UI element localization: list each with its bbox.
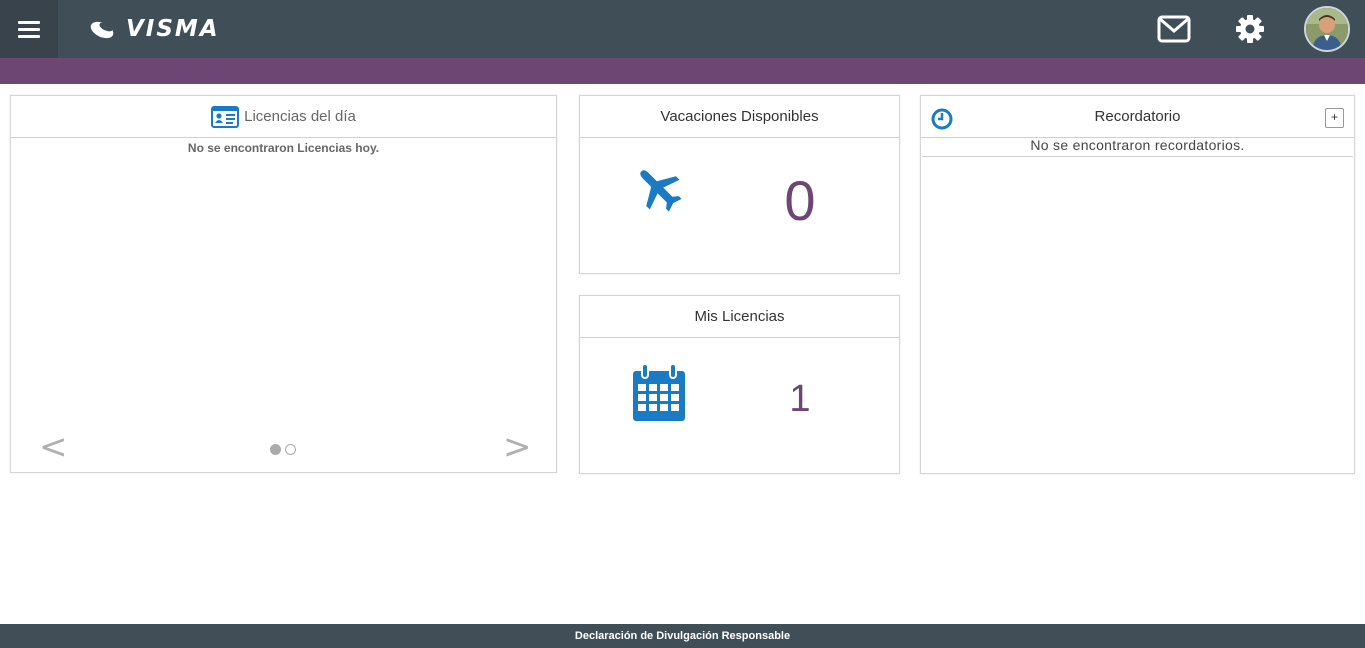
responsible-disclosure-link[interactable]: Declaración de Divulgación Responsable xyxy=(575,630,790,642)
airplane-icon xyxy=(632,162,686,221)
carousel-dot[interactable] xyxy=(285,444,296,455)
panel-header: Mis Licencias xyxy=(580,296,899,338)
id-card-icon xyxy=(211,105,240,128)
calendar-icon xyxy=(632,363,686,427)
recordatorio-panel: Recordatorio + No se encontraron recorda… xyxy=(920,95,1355,474)
carousel-prev-button[interactable]: < xyxy=(39,430,68,464)
panel-title: Licencias del día xyxy=(244,108,356,125)
licencias-count-value: 1 xyxy=(789,378,811,420)
gear-icon[interactable] xyxy=(1232,11,1268,47)
visma-logo[interactable]: VISMA xyxy=(88,14,220,44)
panel-title: Recordatorio xyxy=(1094,108,1181,125)
accent-bar xyxy=(0,58,1365,84)
top-bar: VISMA xyxy=(0,0,1365,58)
panel-header: Recordatorio + xyxy=(921,96,1354,138)
panel-header: Licencias del día xyxy=(11,96,556,138)
vacation-days-value: 0 xyxy=(784,169,816,232)
empty-message: No se encontraron Licencias hoy. xyxy=(187,141,380,155)
panel-header: Vacaciones Disponibles xyxy=(580,96,899,138)
clock-icon xyxy=(931,108,953,134)
mis-licencias-panel: Mis Licencias 1 xyxy=(579,295,900,474)
carousel-dot[interactable] xyxy=(270,444,281,455)
panel-title: Vacaciones Disponibles xyxy=(660,108,819,125)
empty-message: No se encontraron recordatorios. xyxy=(922,138,1353,157)
panel-title: Mis Licencias xyxy=(694,308,785,325)
carousel-next-button[interactable]: > xyxy=(503,430,532,464)
add-reminder-button[interactable]: + xyxy=(1325,108,1344,128)
carousel-dots xyxy=(270,444,300,455)
mail-icon[interactable] xyxy=(1156,11,1192,47)
visma-swoosh-icon xyxy=(90,21,114,39)
vacaciones-panel: Vacaciones Disponibles 0 xyxy=(579,95,900,274)
footer: Declaración de Divulgación Responsable xyxy=(0,624,1365,648)
avatar[interactable] xyxy=(1304,6,1350,52)
menu-icon[interactable] xyxy=(0,0,58,58)
licencias-del-dia-panel: Licencias del día No se encontraron Lice… xyxy=(10,95,557,473)
logo-text: VISMA xyxy=(126,16,220,42)
